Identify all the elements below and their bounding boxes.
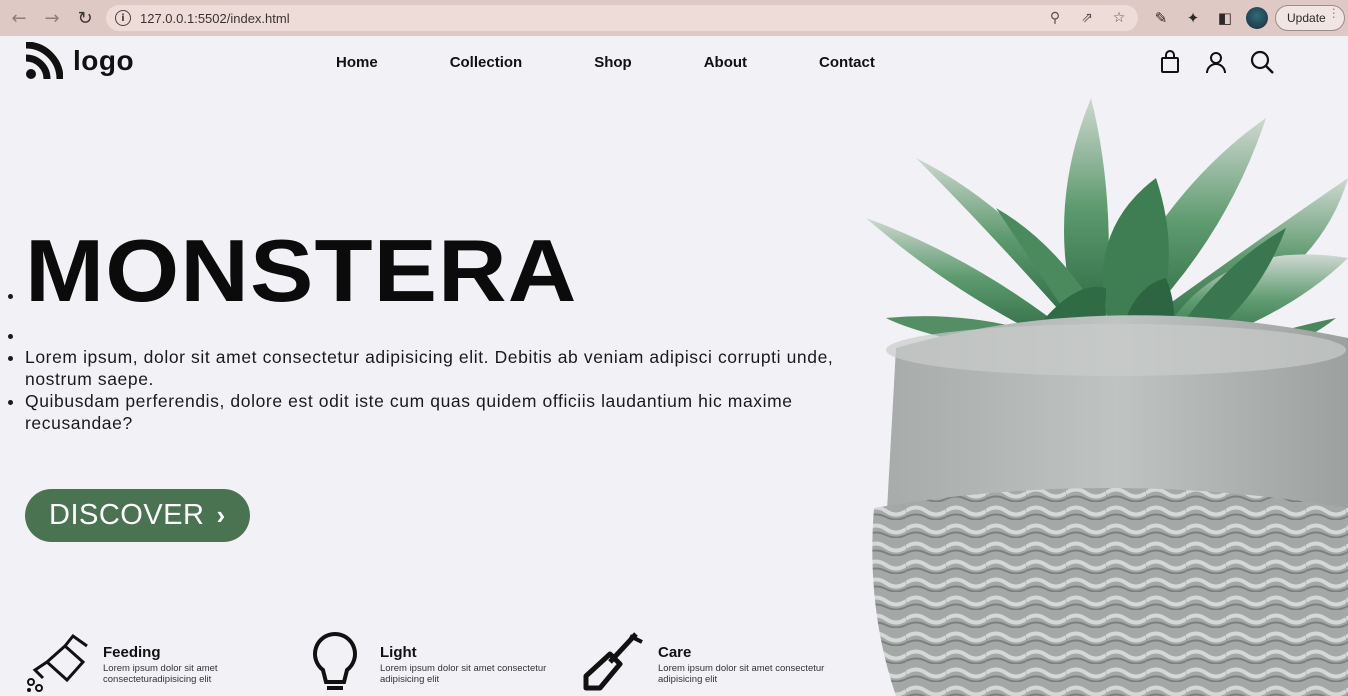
hero-bullet: Lorem ipsum, dolor sit amet consectetur …	[25, 346, 875, 390]
feature-description: Lorem ipsum dolor sit amet consectetur a…	[658, 663, 825, 685]
extensions-puzzle-icon[interactable]: ✦	[1182, 7, 1204, 29]
share-icon[interactable]: ⇗	[1078, 9, 1096, 27]
logo-text: logo	[73, 45, 135, 76]
user-icon[interactable]	[1204, 50, 1228, 74]
zoom-icon[interactable]: ⚲	[1046, 9, 1064, 27]
nav-about[interactable]: About	[704, 54, 747, 71]
feature-feeding: Feeding Lorem ipsum dolor sit amet conse…	[25, 632, 293, 692]
logo-rss-icon	[25, 42, 63, 80]
succulent-plant-image	[866, 98, 1348, 696]
main-nav: Home Collection Shop About Contact	[336, 54, 875, 71]
feature-title: Care	[658, 644, 692, 661]
nav-contact[interactable]: Contact	[819, 54, 875, 71]
feature-title: Feeding	[103, 644, 161, 661]
side-panel-icon[interactable]: ◧	[1214, 7, 1236, 29]
feature-light: Light Lorem ipsum dolor sit amet consect…	[302, 632, 570, 692]
profile-avatar[interactable]	[1246, 7, 1268, 29]
page: logo Home Collection Shop About Contact	[0, 36, 1348, 696]
eyedropper-extension-icon[interactable]: ✎	[1150, 7, 1172, 29]
hero-bullet: Quibusdam perferendis, dolore est odit i…	[25, 390, 875, 434]
browser-toolbar: ← → ↻ i 127.0.0.1:5502/index.html ⚲ ⇗ ☆ …	[0, 0, 1348, 36]
hero-empty-item	[25, 324, 875, 346]
reload-icon[interactable]: ↻	[73, 6, 97, 30]
discover-button[interactable]: DISCOVER ›	[25, 489, 250, 542]
nav-collection[interactable]: Collection	[450, 54, 523, 71]
shopping-bag-icon[interactable]	[1158, 50, 1182, 74]
nav-home[interactable]: Home	[336, 54, 378, 71]
nav-shop[interactable]: Shop	[594, 54, 632, 71]
discover-label: DISCOVER	[49, 499, 205, 531]
update-label: Update	[1287, 11, 1326, 25]
search-icon[interactable]	[1250, 50, 1274, 74]
feature-description: Lorem ipsum dolor sit amet consectetur a…	[380, 663, 547, 685]
light-bulb-icon	[313, 632, 357, 690]
feature-description: Lorem ipsum dolor sit amet consecteturad…	[103, 663, 218, 685]
back-arrow-icon[interactable]: ←	[7, 6, 31, 30]
menu-dots-icon[interactable]: ⋮	[1328, 7, 1340, 19]
site-info-icon[interactable]: i	[115, 10, 131, 26]
feature-title: Light	[380, 644, 417, 661]
url-text[interactable]: 127.0.0.1:5502/index.html	[140, 11, 290, 26]
site-logo[interactable]: logo	[25, 42, 134, 80]
header-actions	[1158, 50, 1274, 74]
shovel-icon	[583, 632, 643, 691]
watering-can-icon	[27, 633, 88, 692]
bookmark-star-icon[interactable]: ☆	[1110, 9, 1128, 27]
address-bar[interactable]: i 127.0.0.1:5502/index.html ⚲ ⇗ ☆	[106, 5, 1138, 31]
hero-title: MONSTERA	[25, 221, 578, 320]
feature-care: Care Lorem ipsum dolor sit amet consecte…	[580, 632, 848, 692]
update-button[interactable]: Update ⋮	[1275, 5, 1345, 31]
hero-title-item: MONSTERA	[25, 226, 875, 316]
chevron-right-icon: ›	[216, 500, 226, 530]
hero-list: MONSTERA Lorem ipsum, dolor sit amet con…	[25, 226, 875, 434]
forward-arrow-icon[interactable]: →	[40, 6, 64, 30]
